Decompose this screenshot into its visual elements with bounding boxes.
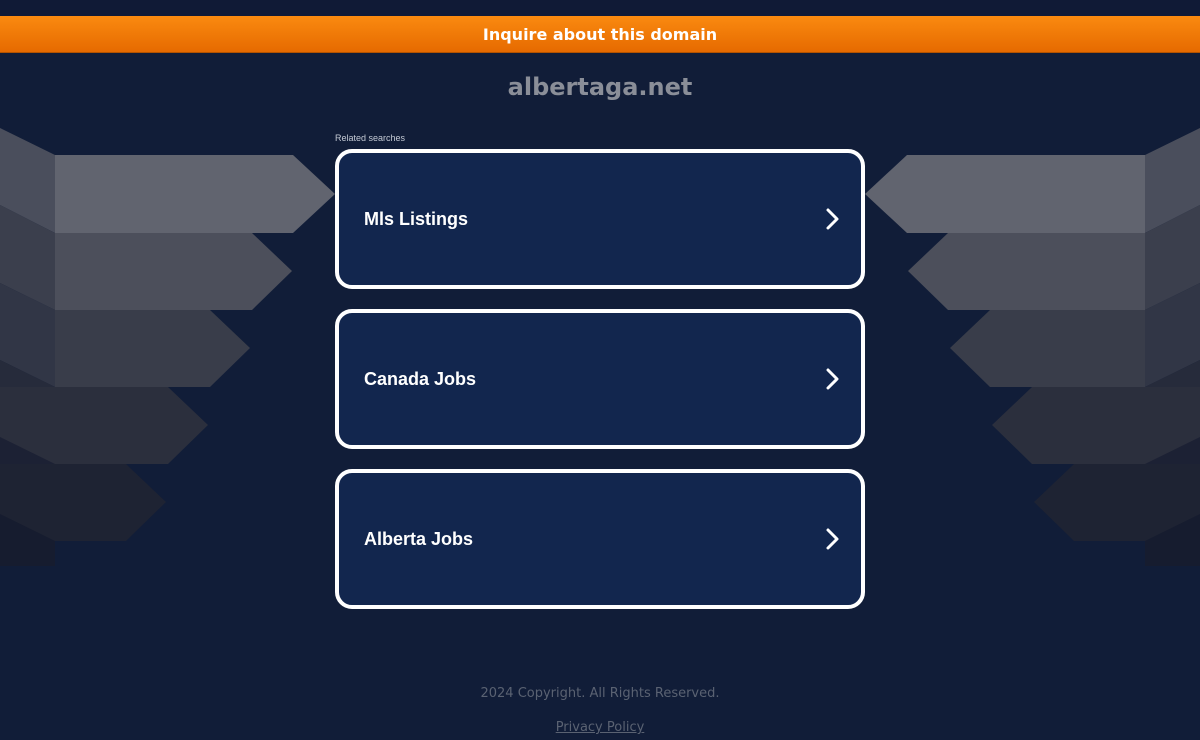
copyright-text: 2024 Copyright. All Rights Reserved.	[480, 686, 720, 701]
privacy-policy: Privacy Policy	[0, 720, 1200, 735]
chevron-right-icon	[826, 528, 839, 550]
inquire-domain-banner[interactable]: Inquire about this domain	[0, 16, 1200, 53]
related-searches-label: Related searches	[335, 133, 406, 143]
related-search-canada-jobs[interactable]: Canada Jobs	[335, 309, 865, 449]
related-search-label: Mls Listings	[364, 208, 469, 229]
related-search-label: Alberta Jobs	[364, 528, 474, 549]
related-search-alberta-jobs[interactable]: Alberta Jobs	[335, 469, 865, 609]
related-search-label: Canada Jobs	[364, 368, 477, 389]
domain-title: albertaga.net	[507, 73, 693, 101]
privacy-policy-link[interactable]: Privacy Policy	[556, 720, 645, 735]
chevron-right-icon	[826, 368, 839, 390]
chevron-right-icon	[826, 208, 839, 230]
related-search-mls-listings[interactable]: Mls Listings	[335, 149, 865, 289]
